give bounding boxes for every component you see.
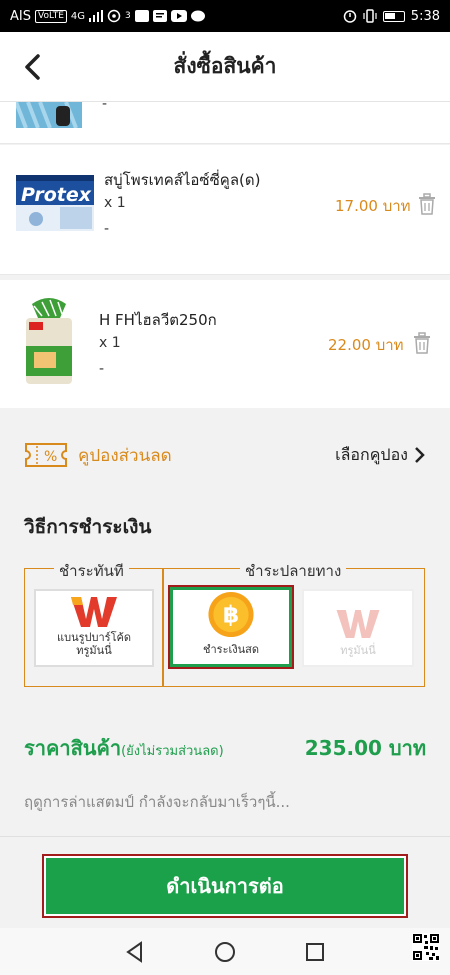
nav-home-icon[interactable] xyxy=(214,941,236,963)
app-header: สั่งซื้อสินค้า xyxy=(0,32,450,102)
select-coupon-link[interactable]: เลือกคูปอง xyxy=(335,443,426,468)
list-item: Protex สบู่โพรเทคส์ไอซ์ซี่คูล(ด) x 1 - 1… xyxy=(0,145,450,275)
trash-icon[interactable] xyxy=(412,331,432,355)
qr-code-icon xyxy=(412,933,440,961)
carrier-label: AIS xyxy=(10,8,31,24)
product-image xyxy=(26,298,72,384)
option-label: ทรูมันนี่ xyxy=(76,644,112,657)
option-label: ชำระเงินสด xyxy=(203,643,259,656)
product-image xyxy=(16,102,82,128)
trash-icon[interactable] xyxy=(417,192,437,216)
item-note: - xyxy=(99,361,105,377)
payment-title: วิธีการชำระเงิน xyxy=(24,516,152,538)
subtotal-note: (ยังไม่รวมส่วนลด) xyxy=(121,744,224,759)
sim-slot-label: 3 xyxy=(125,11,131,21)
list-item: - xyxy=(0,96,450,144)
battery-icon xyxy=(382,10,405,22)
subtotal-value: 235.00 บาท xyxy=(304,736,426,760)
option-label: แบนรูปบาร์โค้ด xyxy=(57,631,131,644)
page-title: สั่งซื้อสินค้า xyxy=(173,54,277,78)
svg-text:%: % xyxy=(44,449,57,465)
chevron-right-icon xyxy=(415,447,425,463)
svg-text:Protex: Protex xyxy=(21,184,92,206)
truemoney-barcode-option[interactable]: แบนรูปบาร์โค้ด ทรูมันนี่ xyxy=(34,589,154,667)
item-qty: x 1 xyxy=(104,195,126,211)
coupon-row[interactable]: % คูปองส่วนลด เลือกคูปอง xyxy=(0,430,450,480)
app-icon xyxy=(134,10,149,22)
subtotal-title: ราคาสินค้า xyxy=(24,736,122,760)
truemoney-logo-icon xyxy=(71,597,117,627)
status-bar: AIS VoLTE 4G 3 5:38 xyxy=(0,0,450,32)
nav-back-icon[interactable] xyxy=(124,940,146,963)
baht-coin-icon: ฿ xyxy=(208,591,254,638)
coupon-icon: % xyxy=(25,443,67,467)
svg-text:฿: ฿ xyxy=(223,600,239,628)
divider xyxy=(0,836,450,837)
product-image: Protex xyxy=(16,175,94,231)
nav-recents-icon[interactable] xyxy=(304,941,326,963)
item-price: 17.00 บาท xyxy=(335,197,411,215)
system-nav-bar xyxy=(0,928,450,975)
network-label: 4G xyxy=(70,10,86,22)
item-note: - xyxy=(102,96,108,112)
coupon-label: คูปองส่วนลด xyxy=(78,445,172,466)
continue-button[interactable]: ดำเนินการต่อ xyxy=(42,854,408,918)
pay-now-heading: ชำระทันที xyxy=(54,559,129,583)
volte-badge: VoLTE xyxy=(34,9,67,23)
subtotal-label: ราคาสินค้า(ยังไม่รวมส่วนลด) xyxy=(24,732,224,764)
item-note: - xyxy=(104,221,110,237)
hotspot-icon xyxy=(107,9,121,23)
line-icon xyxy=(190,10,205,22)
item-name: H FHไฮลวีต250ก xyxy=(99,311,217,329)
cash-option[interactable]: ฿ ชำระเงินสด xyxy=(168,585,294,669)
item-name: สบู่โพรเทคส์ไอซ์ซี่คูล(ด) xyxy=(104,171,261,189)
item-qty: x 1 xyxy=(99,335,121,351)
item-price: 22.00 บาท xyxy=(328,336,404,354)
signal-icon xyxy=(89,10,104,22)
message-icon xyxy=(152,10,167,22)
vibrate-icon xyxy=(363,9,377,23)
pay-on-delivery-heading: ชำระปลายทาง xyxy=(240,559,347,583)
alarm-icon xyxy=(343,10,357,23)
list-item: H FHไฮลวีต250ก x 1 - 22.00 บาท xyxy=(0,280,450,408)
youtube-icon xyxy=(170,10,187,22)
promo-text: ฤดูการล่าแสตมป์ กำลังจะกลับมาเร็วๆนี้... xyxy=(24,793,290,811)
truemoney-cod-option: ทรูมันนี่ xyxy=(302,589,414,667)
clock: 5:38 xyxy=(410,8,440,24)
back-arrow-icon[interactable] xyxy=(18,52,48,82)
select-coupon-label: เลือกคูปอง xyxy=(335,444,408,464)
payment-divider xyxy=(162,568,164,687)
truemoney-logo-icon xyxy=(336,610,380,638)
option-label: ทรูมันนี่ xyxy=(340,644,376,657)
